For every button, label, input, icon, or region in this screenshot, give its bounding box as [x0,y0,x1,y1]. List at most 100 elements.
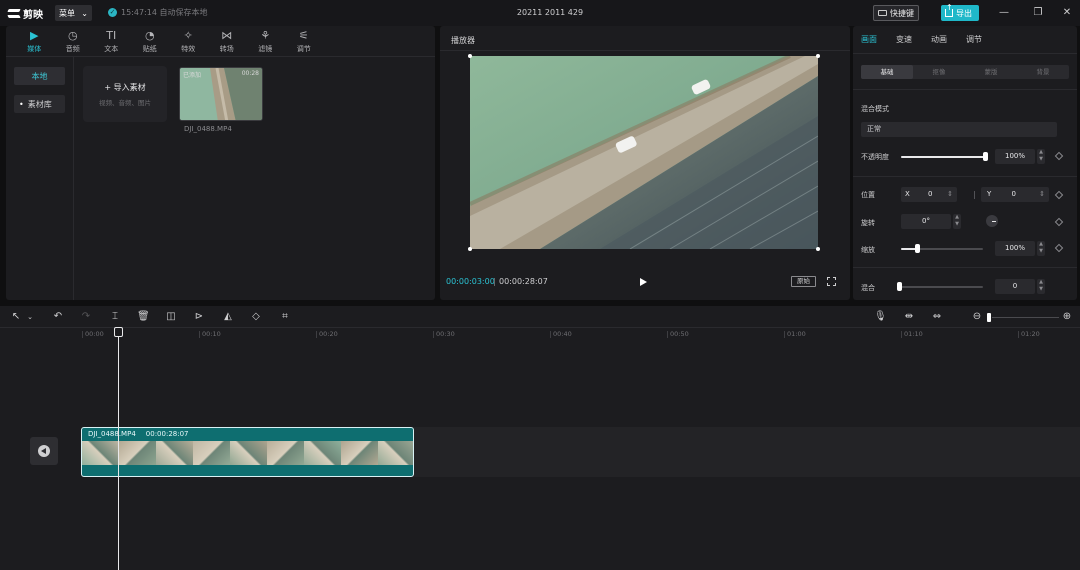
film-frame [267,441,304,465]
opacity-input[interactable]: 100% [995,149,1035,164]
title-bar: 剪映 菜单 ⌄ ✓ 15:47:14 自动保存本地 20211 2011 429… [0,0,1080,26]
ruler-label: 00:40 [553,330,572,338]
ruler-tick [784,331,785,338]
film-frame [304,441,341,465]
zoom-slider[interactable] [992,317,1059,318]
pos-y-value: 0 [1011,190,1016,198]
blur-stepper[interactable]: ▲ ▼ [1037,279,1045,294]
keyframe-diamond-icon[interactable] [1054,190,1064,200]
sticker-icon: ◔ [144,29,155,42]
zoom-out-icon[interactable]: ⊖ [971,311,983,323]
thumbnail-duration: 00:28 [241,70,259,77]
crop-handle[interactable] [468,54,472,58]
ratio-button[interactable]: 原始 [791,276,816,287]
shortcut-button[interactable]: 快捷键 [873,5,919,21]
crop-handle[interactable] [468,247,472,251]
select-cursor-icon[interactable]: ↖ [10,311,22,323]
rotation-dial-icon[interactable] [986,215,998,227]
properties-tab[interactable]: 画面 [861,34,877,45]
tab-adjust[interactable]: ⚟ 调节 [285,26,324,56]
blend-mode-label: 混合模式 [861,105,889,113]
playhead-handle[interactable] [114,327,123,337]
fullscreen-icon[interactable] [827,277,836,286]
properties-tab[interactable]: 动画 [931,34,947,45]
microphone-icon[interactable]: 🎙 [874,311,887,323]
tab-audio[interactable]: ◷ 音频 [54,26,93,56]
speaker-icon [38,445,50,457]
text-icon: TI [106,29,117,42]
delete-icon[interactable]: 🗑 [137,311,150,323]
freeze-frame-icon[interactable]: ◫ [165,311,177,323]
tab-label: 转场 [219,45,234,53]
zoom-in-icon[interactable]: ⊕ [1061,311,1073,323]
chevron-down-icon[interactable]: ⌄ [24,311,36,323]
tab-transition[interactable]: ⋈ 转场 [208,26,247,56]
link-icon[interactable]: ⇔ [931,311,943,323]
ruler-tick [1018,331,1019,338]
blur-slider[interactable] [899,286,983,288]
split-icon[interactable]: ⌶ [109,311,121,323]
position-y-field[interactable]: Y 0 ⇕ [981,187,1049,202]
tab-media[interactable]: ▶ 媒体 [15,26,54,56]
import-media-button[interactable]: + 导入素材 视频、音频、图片 [83,66,167,122]
properties-subtab[interactable]: 基础 [861,65,913,79]
undo-icon[interactable]: ↶ [52,311,64,323]
tab-filter[interactable]: ⚘ 滤镜 [246,26,285,56]
reverse-play-icon[interactable]: ⊳ [193,311,205,323]
keyframe-diamond-icon[interactable] [1054,217,1064,227]
rotate-icon[interactable]: ◇ [250,311,262,323]
sidebar-item-local[interactable]: 本地 [14,67,65,85]
divider [853,89,1077,90]
transition-icon: ⋈ [221,29,233,42]
restore-icon[interactable]: ❐ [1029,5,1047,21]
track-audio-toggle[interactable] [30,437,58,465]
playhead[interactable] [118,330,119,570]
properties-subtab[interactable]: 蒙版 [965,65,1017,79]
mirror-icon[interactable]: ◭ [222,311,234,323]
ruler-label: 00:50 [670,330,689,338]
opacity-slider-handle[interactable] [983,152,988,161]
position-x-field[interactable]: X 0 ⇕ [901,187,957,202]
scale-slider-handle[interactable] [915,244,921,253]
timeline-clip[interactable]: DJI_0488.MP4 00:00:28:07 [81,427,414,477]
close-icon[interactable]: ✕ [1058,5,1076,21]
blur-slider-handle[interactable] [897,282,902,291]
crop-handle[interactable] [816,54,820,58]
ruler-tick [433,331,434,338]
app-logo: 剪映 [8,6,43,21]
properties-tab[interactable]: 变速 [896,34,912,45]
timeline-panel: ↖ ⌄ ↶ ↷ ⌶ 🗑 ◫ ⊳ ◭ ◇ ⌗ 🎙 ⇹ ⇔ ⊖ ⊕ 00:00 00:… [0,306,1080,570]
filter-icon: ⚘ [260,29,271,42]
crop-handle[interactable] [816,247,820,251]
ruler-tick [901,331,902,338]
tab-effects[interactable]: ✧ 特效 [169,26,208,56]
tab-sticker[interactable]: ◔ 贴纸 [131,26,170,56]
film-frame [230,441,267,465]
scale-stepper[interactable]: ▲ ▼ [1037,241,1045,256]
tab-text[interactable]: TI 文本 [92,26,131,56]
properties-subtab[interactable]: 背景 [1017,65,1069,79]
properties-tab[interactable]: 调节 [966,34,982,45]
crop-icon[interactable]: ⌗ [279,311,291,323]
minimize-icon[interactable]: — [995,5,1013,21]
position-divider: | [973,190,976,199]
video-preview[interactable] [470,56,818,249]
properties-subtab[interactable]: 抠像 [913,65,965,79]
rotation-stepper[interactable]: ▲ ▼ [953,214,961,229]
keyframe-diamond-icon[interactable] [1054,151,1064,161]
position-label: 位置 [861,191,875,199]
play-icon[interactable] [640,278,647,286]
menu-button[interactable]: 菜单 ⌄ [55,5,92,21]
opacity-stepper[interactable]: ▲ ▼ [1037,149,1045,164]
zoom-slider-handle[interactable] [987,313,991,322]
export-button[interactable]: 导出 [941,4,979,21]
blend-mode-select[interactable]: 正常 [861,122,1057,137]
scale-input[interactable]: 100% [995,241,1035,256]
blur-input[interactable]: 0 [995,279,1035,294]
sidebar-item-library[interactable]: 素材库 [14,95,65,113]
magnet-snap-icon[interactable]: ⇹ [903,311,915,323]
rotation-input[interactable]: 0° [901,214,951,229]
time-ruler[interactable]: 00:00 00:10 00:20 00:30 00:40 00:50 01:00 01:10… [0,328,1080,340]
keyframe-diamond-icon[interactable] [1054,243,1064,253]
media-thumbnail[interactable]: 已添加 00:28 [179,67,263,121]
